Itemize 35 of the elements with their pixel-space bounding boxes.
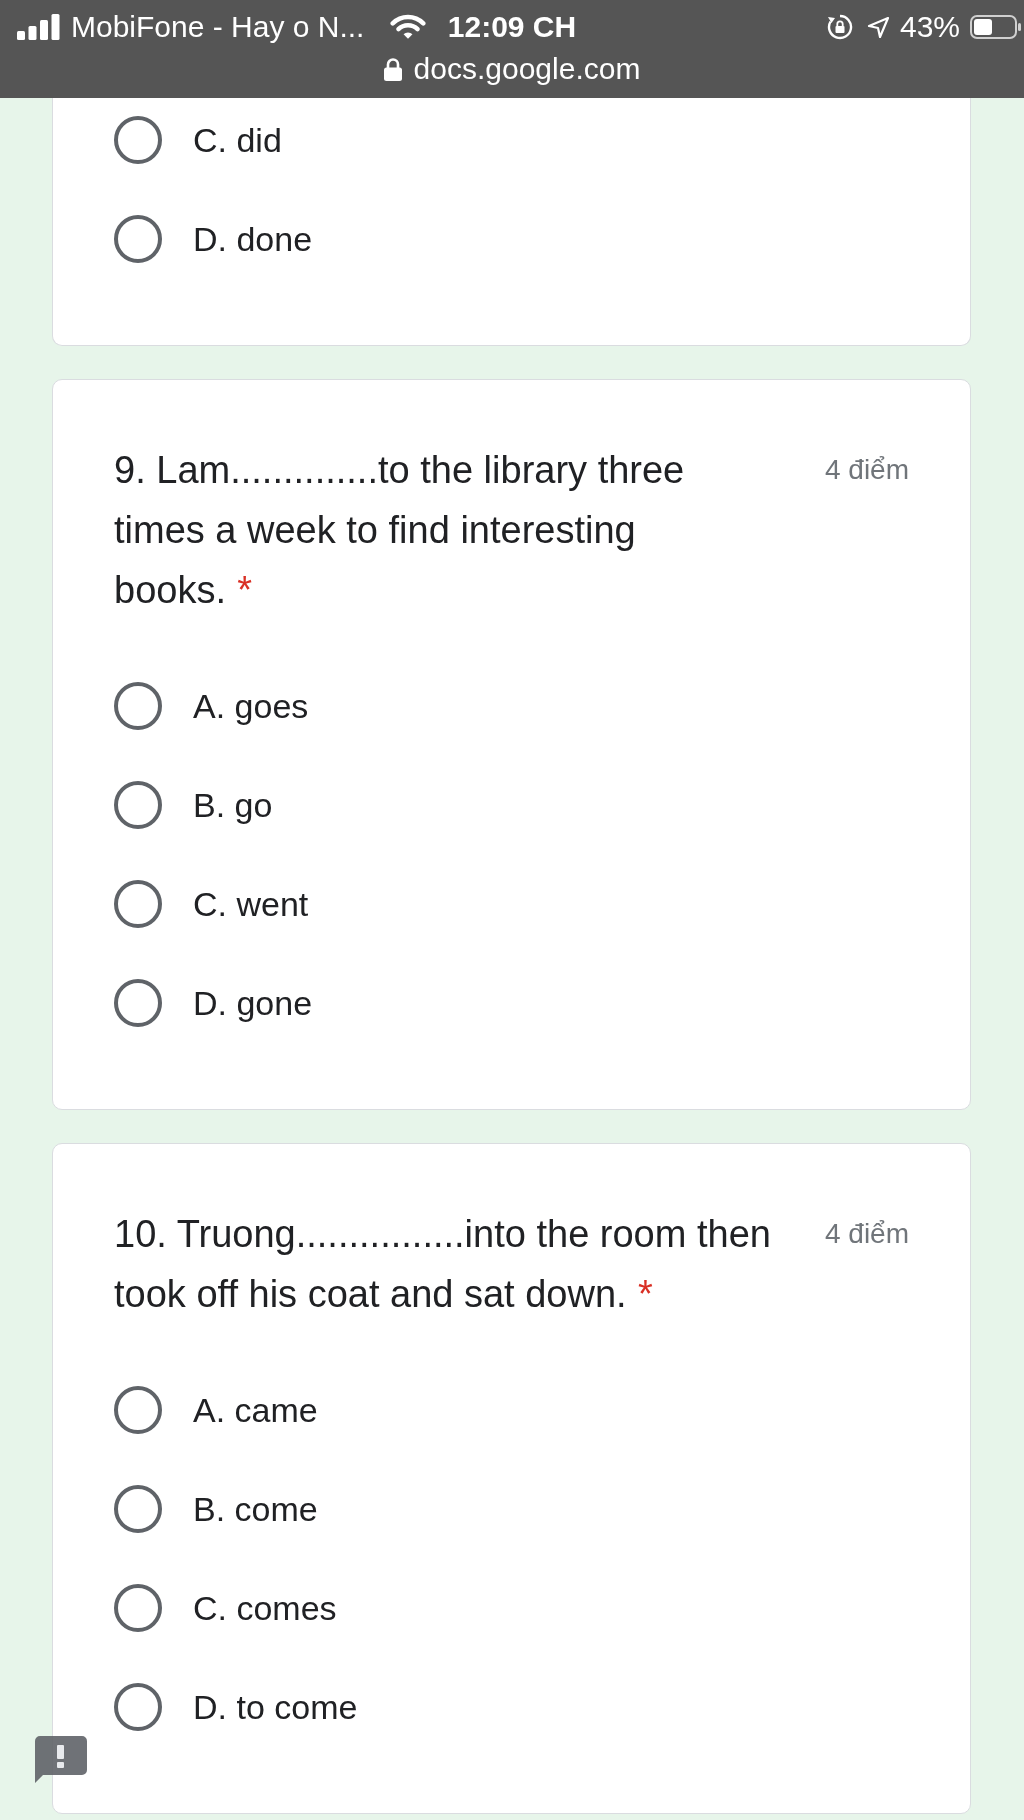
rotation-lock-icon [826, 14, 853, 40]
clock-time: 12:09 CH [447, 9, 577, 45]
option-label[interactable]: C. went [193, 884, 309, 924]
option-label[interactable]: A. came [193, 1390, 318, 1430]
radio-button[interactable] [114, 781, 162, 829]
location-arrow-icon [866, 15, 890, 39]
option-label[interactable]: B. go [193, 785, 273, 825]
question-title: 10. Truong................into the room then took off his coat and sat down. * [114, 1212, 772, 1317]
page-url[interactable]: docs.google.com [413, 51, 641, 87]
points-label: 4 điểm [824, 453, 909, 487]
radio-button[interactable] [114, 1584, 162, 1632]
battery-icon [970, 15, 1022, 39]
radio-button[interactable] [114, 116, 162, 164]
option-label[interactable]: D. to come [193, 1687, 358, 1727]
question-title: 9. Lam..............to the library three times a week to find interesting books. * [114, 448, 686, 613]
radio-button[interactable] [114, 1683, 162, 1731]
option-label[interactable]: D. done [193, 219, 313, 259]
radio-button[interactable] [114, 215, 162, 263]
radio-button[interactable] [114, 1485, 162, 1533]
radio-button[interactable] [114, 1386, 162, 1434]
radio-button[interactable] [114, 979, 162, 1027]
battery-percent: 43% [899, 9, 960, 45]
radio-button[interactable] [114, 880, 162, 928]
option-label[interactable]: B. come [193, 1489, 318, 1529]
option-label[interactable]: C. comes [193, 1588, 337, 1628]
option-label[interactable]: D. gone [193, 983, 313, 1023]
alert-bubble-icon[interactable] [35, 1735, 87, 1783]
radio-button[interactable] [114, 682, 162, 730]
points-label: 4 điểm [824, 1217, 909, 1251]
option-label[interactable]: A. goes [193, 686, 309, 726]
carrier-name: MobiFone - Hay o N... [71, 9, 365, 45]
option-label[interactable]: C. did [193, 120, 282, 160]
signal-bars-icon [17, 14, 60, 40]
wifi-icon [390, 14, 427, 40]
padlock-icon [383, 57, 402, 81]
